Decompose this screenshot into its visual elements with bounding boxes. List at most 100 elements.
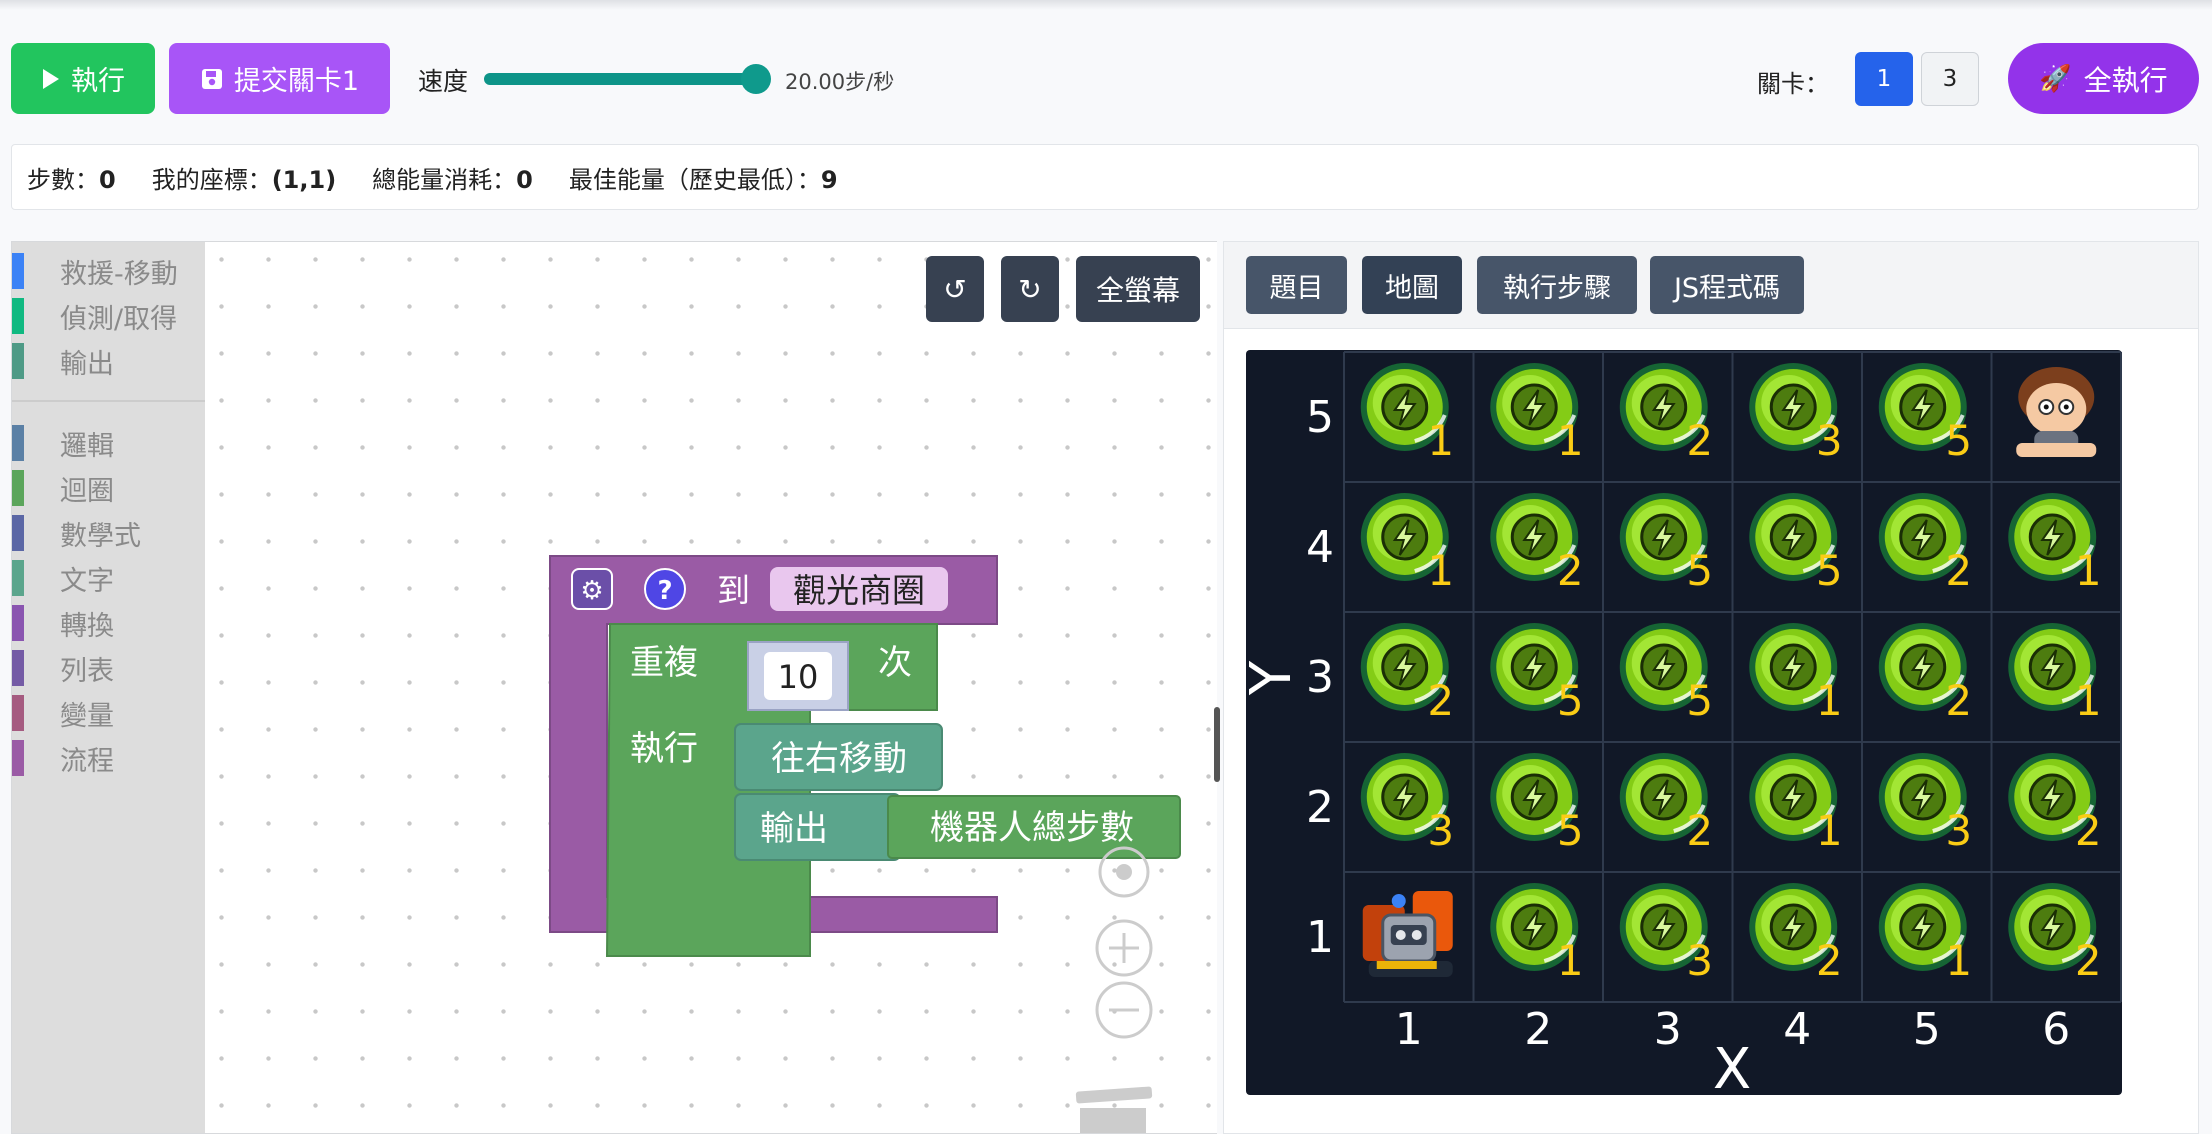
energy-coin-icon: 5 [1749,493,1843,595]
coin-energy-value: 1 [1945,936,1972,985]
level-button-3[interactable]: 3 [1921,52,1979,106]
map-y-axis-label: Y [1246,660,1304,696]
panel-tabbar: 題目 地圖 執行步驟 JS程式碼 [1224,242,2198,329]
tab-execution-steps[interactable]: 執行步驟 [1477,256,1637,314]
coin-energy-value: 1 [1816,806,1843,855]
speed-label: 速度 [418,67,469,96]
coin-energy-value: 5 [1945,416,1972,465]
run-all-button[interactable]: 🚀 全執行 [2008,43,2199,114]
map-y-tick: 2 [1306,782,1334,833]
energy-coin-icon: 1 [1749,623,1843,725]
stat-coordinate: 我的座標：(1,1) [151,165,337,194]
energy-coin-icon: 1 [1878,883,1972,985]
tab-js-code[interactable]: JS程式碼 [1650,256,1804,314]
coin-energy-value: 3 [1945,806,1972,855]
coin-energy-value: 1 [1557,936,1584,985]
energy-coin-icon: 2 [1878,623,1972,725]
energy-coin-icon: 3 [1878,753,1972,855]
map-y-tick: 1 [1306,912,1334,963]
person-icon [2016,367,2097,457]
zoom-in-icon[interactable] [1095,919,1153,977]
level-label: 關卡： [1757,70,1829,98]
map-x-tick: 3 [1654,1004,1682,1055]
coin-energy-value: 2 [2075,936,2102,985]
repeat-times-label: 次 [878,643,912,683]
energy-coin-icon: 2 [1619,363,1713,465]
energy-coin-icon: 2 [2008,883,2102,985]
coin-energy-value: 3 [1686,936,1713,985]
zoom-out-icon[interactable] [1095,981,1153,1039]
coin-energy-value: 2 [1945,546,1972,595]
submit-level-button[interactable]: 提交關卡1 [169,43,390,114]
map-y-tick: 4 [1306,522,1334,573]
energy-coin-icon: 1 [1490,363,1584,465]
coin-energy-value: 5 [1557,676,1584,725]
speed-slider-track[interactable] [484,73,758,85]
coin-energy-value: 2 [1427,676,1454,725]
map-x-tick: 2 [1524,1004,1552,1055]
repeat-count: 10 [778,658,819,696]
robot-icon [1362,891,1453,977]
submit-label: 提交關卡1 [233,66,360,97]
map-y-tick: 5 [1306,392,1334,443]
coin-energy-value: 5 [1557,806,1584,855]
coin-energy-value: 5 [1816,546,1843,595]
coin-energy-value: 2 [1816,936,1843,985]
energy-coin-icon: 5 [1619,493,1713,595]
coin-energy-value: 1 [1816,676,1843,725]
coin-energy-value: 2 [1686,806,1713,855]
energy-coin-icon: 3 [1360,753,1454,855]
energy-coin-icon: 1 [1749,753,1843,855]
energy-coin-icon: 3 [1619,883,1713,985]
map-view: 54321123456XY112351255212551213521321321… [1239,350,2122,1102]
stats-bar: 步數：0 我的座標：(1,1) 總能量消耗：0 最佳能量（歷史最低）：9 [11,144,2199,210]
panel-resize-handle[interactable] [1214,707,1220,782]
map-x-tick: 1 [1395,1004,1423,1055]
energy-coin-icon: 5 [1878,363,1972,465]
energy-coin-icon: 2 [1360,623,1454,725]
stat-energy: 總能量消耗：0 [372,165,533,194]
top-shadow [0,0,2212,10]
energy-coin-icon: 2 [1490,493,1584,595]
svg-text:⚙: ⚙ [580,576,603,606]
coin-energy-value: 3 [1816,416,1843,465]
map-y-tick: 3 [1306,652,1334,703]
stat-best-energy: 最佳能量（歷史最低）：9 [568,165,838,194]
coin-energy-value: 1 [1427,416,1454,465]
coin-energy-value: 5 [1686,546,1713,595]
level-button-1[interactable]: 1 [1855,52,1913,106]
repeat-do-label: 執行 [630,729,698,769]
energy-coin-icon: 2 [1878,493,1972,595]
workspace-canvas: ⚙ ? 到 觀光商圈 重複 10 次 執行 往右移動 輸出 機器人總步數 [549,555,1181,1134]
speed-slider-thumb[interactable] [741,64,771,94]
energy-coin-icon: 1 [1360,363,1454,465]
run-label: 執行 [71,66,125,97]
tab-problem[interactable]: 題目 [1246,256,1347,314]
trash-icon[interactable] [1075,1086,1153,1134]
coin-energy-value: 5 [1686,676,1713,725]
energy-coin-icon: 1 [1490,883,1584,985]
rocket-icon: 🚀 [2039,63,2072,94]
energy-coin-icon: 3 [1749,363,1843,465]
repeat-label: 重複 [630,643,698,683]
total-steps-label: 機器人總步數 [930,808,1134,848]
play-icon [43,68,59,89]
procedure-to-label: 到 [717,571,750,610]
energy-coin-icon: 2 [1749,883,1843,985]
energy-coin-icon: 5 [1490,753,1584,855]
procedure-name: 觀光商圈 [793,571,925,610]
move-right-block[interactable]: 往右移動 [734,723,943,791]
coin-energy-value: 1 [1557,416,1584,465]
grid-lines [1343,351,2122,1003]
map-x-tick: 4 [1783,1004,1811,1055]
blockly-workspace[interactable]: 救援-移動 偵測/取得 輸出 邏輯 迴圈 數學式 文字 轉換 列表 變量 流程 … [11,241,1217,1134]
map-x-tick: 6 [2042,1004,2070,1055]
coin-energy-value: 1 [1427,546,1454,595]
speed-value: 20.00步/秒 [785,70,895,94]
tab-map[interactable]: 地圖 [1362,256,1462,314]
stat-steps: 步數：0 [27,165,116,194]
map-x-tick: 5 [1913,1004,1941,1055]
run-button[interactable]: 執行 [11,43,155,114]
energy-coin-icon: 5 [1619,623,1713,725]
run-all-label: 全執行 [2083,63,2168,97]
